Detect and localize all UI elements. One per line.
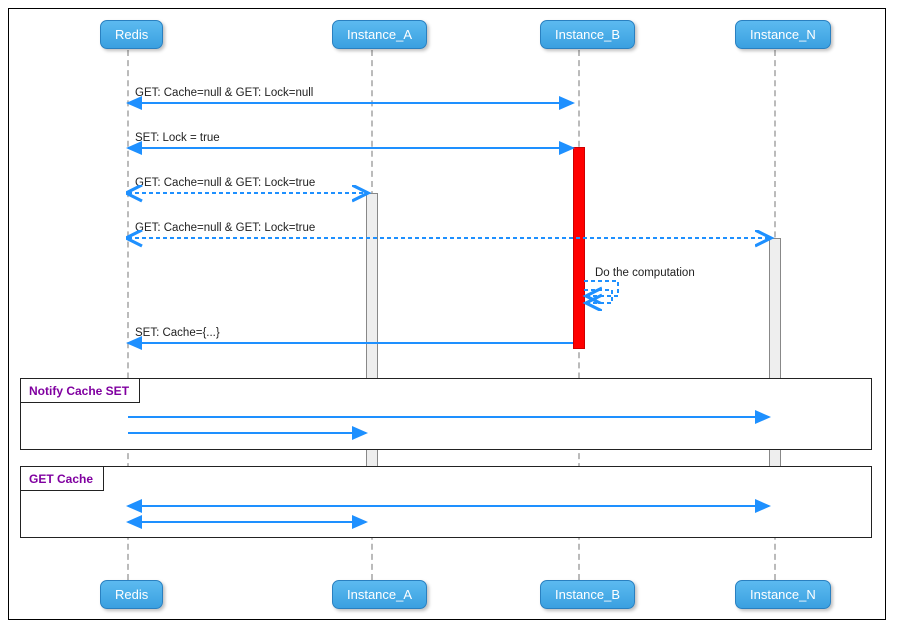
group-notify-title: Notify Cache SET [21,379,140,403]
participant-n-top: Instance_N [735,20,831,49]
group-getcache-title: GET Cache [21,467,104,491]
msg-3: GET: Cache=null & GET: Lock=true [135,177,315,189]
group-notify: Notify Cache SET [20,378,872,450]
participant-b-bottom: Instance_B [540,580,635,609]
group-getcache: GET Cache [20,466,872,538]
msg-1: GET: Cache=null & GET: Lock=null [135,87,313,99]
label: Redis [115,27,148,42]
msg-2: SET: Lock = true [135,132,220,144]
participant-a-bottom: Instance_A [332,580,427,609]
label: Instance_B [555,27,620,42]
msg-4: GET: Cache=null & GET: Lock=true [135,222,315,234]
participant-b-top: Instance_B [540,20,635,49]
participant-n-bottom: Instance_N [735,580,831,609]
participant-redis-bottom: Redis [100,580,163,609]
label: Instance_N [750,587,816,602]
label: Instance_A [347,27,412,42]
msg-5: Do the computation [595,267,695,279]
label: Instance_N [750,27,816,42]
label: Instance_A [347,587,412,602]
label: Redis [115,587,148,602]
sequence-diagram: Redis Instance_A Instance_B Instance_N N… [0,0,900,626]
participant-a-top: Instance_A [332,20,427,49]
label: Instance_B [555,587,620,602]
msg-6: SET: Cache={...} [135,327,220,339]
participant-redis-top: Redis [100,20,163,49]
activation-b [573,147,585,349]
